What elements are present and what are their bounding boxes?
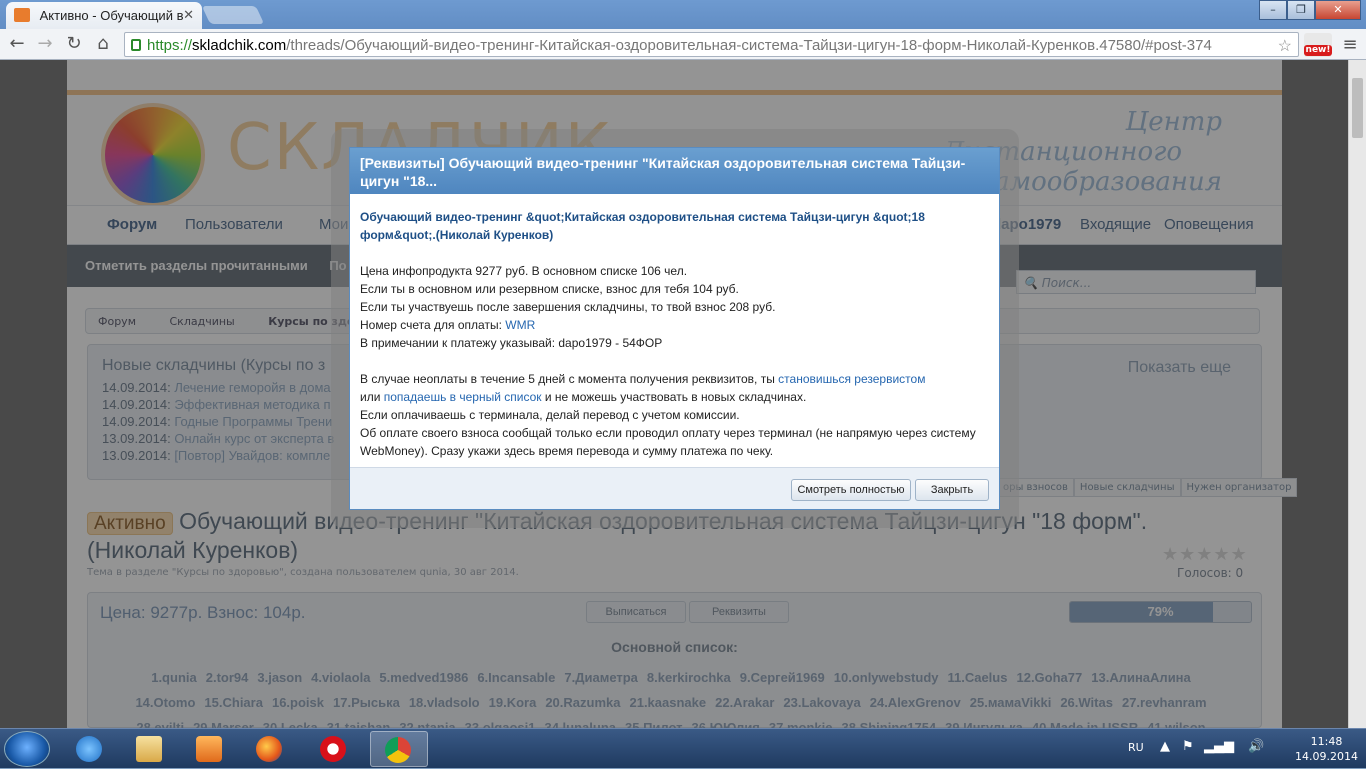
modal-heading: Обучающий видео-тренинг &quot;Китайская … <box>360 210 925 242</box>
back-icon[interactable]: ← <box>6 34 28 56</box>
modal-line: Если ты участвуешь после завершения скла… <box>360 300 776 314</box>
modal-line: Цена инфопродукта 9277 руб. В основном с… <box>360 264 688 278</box>
browser-toolbar: ← → ↻ ⌂ https://skladchik.com/threads/Об… <box>0 29 1366 60</box>
home-icon[interactable]: ⌂ <box>92 34 114 56</box>
tab-title: Активно - Обучающий в <box>39 8 184 23</box>
url-host: skladchik.com <box>192 37 287 54</box>
modal-body: Обучающий видео-тренинг &quot;Китайская … <box>350 194 999 469</box>
close-button[interactable]: Закрыть <box>915 479 989 501</box>
bookmark-star-icon[interactable]: ☆ <box>1278 36 1292 56</box>
browser-menu-icon[interactable]: ≡ <box>1340 34 1360 55</box>
browser-tab[interactable]: Активно - Обучающий в ✕ <box>6 2 202 29</box>
lock-icon <box>131 39 141 51</box>
ie-taskbar-icon[interactable] <box>62 731 118 767</box>
new-tab-button[interactable] <box>201 6 265 24</box>
firefox-taskbar-icon[interactable] <box>242 731 298 767</box>
modal-text: В случае неоплаты в течение 5 дней с мом… <box>360 372 779 386</box>
volume-icon[interactable]: 🔊 <box>1248 739 1264 754</box>
chrome-taskbar-icon[interactable] <box>370 731 428 767</box>
system-tray: RU ▲ ⚑ ▂▄▆ 🔊 11:48 14.09.2014 <box>1120 729 1366 769</box>
account-label: Номер счета для оплаты: <box>360 318 506 332</box>
modal-text: и не можешь участвовать в новых складчин… <box>541 390 807 404</box>
view-full-button[interactable]: Смотреть полностью <box>791 479 911 501</box>
clock[interactable]: 11:48 14.09.2014 <box>1295 734 1358 764</box>
start-button-icon[interactable] <box>4 731 50 767</box>
media-player-taskbar-icon[interactable] <box>182 731 238 767</box>
close-window-icon[interactable]: ✕ <box>1315 0 1361 20</box>
clock-time: 11:48 <box>1310 735 1343 748</box>
modal-paragraph: В случае неоплаты в течение 5 дней с мом… <box>360 370 989 406</box>
forward-icon[interactable]: → <box>34 34 56 56</box>
modal-footer: Смотреть полностью Закрыть <box>350 467 999 509</box>
tray-arrow-icon[interactable]: ▲ <box>1160 739 1170 754</box>
close-tab-icon[interactable]: ✕ <box>183 7 194 23</box>
flag-icon[interactable]: ⚑ <box>1182 739 1194 754</box>
scrollbar[interactable] <box>1348 60 1366 728</box>
minimize-icon[interactable]: – <box>1259 0 1287 20</box>
url-path: /threads/Обучающий-видео-тренинг-Китайск… <box>286 37 1212 54</box>
explorer-taskbar-icon[interactable] <box>122 731 178 767</box>
modal-line: Номер счета для оплаты: WMR <box>360 316 989 334</box>
browser-chrome: Активно - Обучающий в ✕ – ❐ ✕ ← → ↻ ⌂ ht… <box>0 0 1366 60</box>
reload-icon[interactable]: ↻ <box>63 34 85 56</box>
windows-taskbar: RU ▲ ⚑ ▂▄▆ 🔊 11:48 14.09.2014 <box>0 728 1366 768</box>
modal-line: Если оплачиваешь с терминала, делай пере… <box>360 408 740 422</box>
network-icon[interactable]: ▂▄▆ <box>1204 739 1234 754</box>
reservist-link[interactable]: становишься резервистом <box>778 372 925 386</box>
opera-taskbar-icon[interactable] <box>306 731 362 767</box>
clock-date: 14.09.2014 <box>1295 750 1358 763</box>
modal-title: [Реквизиты] Обучающий видео-тренинг "Кит… <box>350 148 999 194</box>
scrollbar-thumb[interactable] <box>1352 78 1363 138</box>
address-bar[interactable]: https://skladchik.com/threads/Обучающий-… <box>124 32 1299 57</box>
modal-line: Если ты в основном или резервном списке,… <box>360 282 739 296</box>
favicon-icon <box>14 8 30 22</box>
extension-badge: new! <box>1304 45 1332 56</box>
blacklist-link[interactable]: попадаешь в черный список <box>384 390 542 404</box>
maximize-icon[interactable]: ❐ <box>1287 0 1315 20</box>
requisites-modal: [Реквизиты] Обучающий видео-тренинг "Кит… <box>349 147 1000 510</box>
wmr-link[interactable]: WMR <box>505 318 535 332</box>
modal-line: В примечании к платежу указывай: dapo197… <box>360 336 663 350</box>
modal-text: или <box>360 390 384 404</box>
extension-new-icon[interactable]: new! <box>1304 33 1332 57</box>
url-scheme: https:// <box>147 37 193 54</box>
language-indicator[interactable]: RU <box>1128 741 1144 754</box>
modal-line: Об оплате своего взноса сообщай только е… <box>360 426 976 458</box>
